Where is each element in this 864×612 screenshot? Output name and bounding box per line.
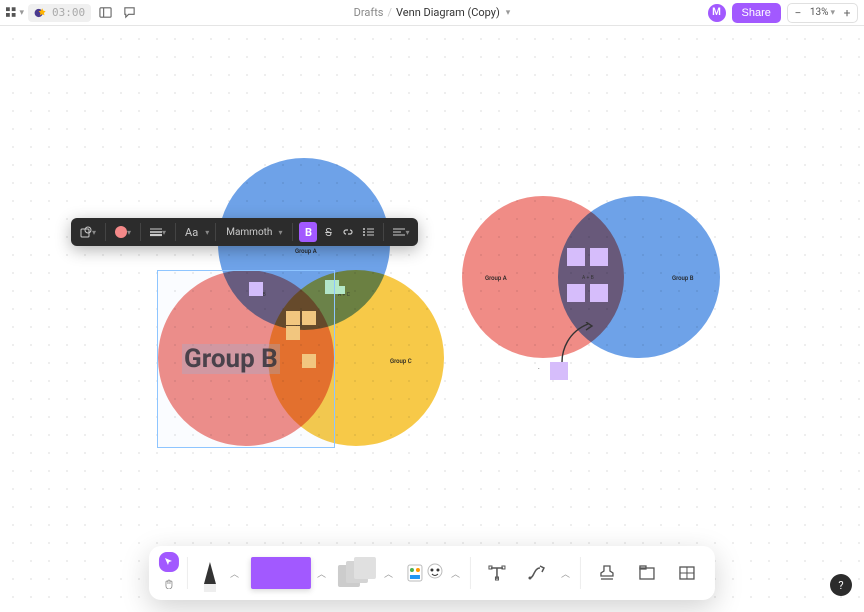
chevron-down-icon: ▾	[162, 228, 166, 237]
text-format-toolbar: ▾ ▾ ▾ Aa ▾ Mammoth▾ B S	[71, 218, 418, 246]
color-swatch-icon	[115, 226, 127, 238]
zoom-in-button[interactable]: +	[839, 5, 855, 21]
chevron-down-icon: ▾	[278, 228, 282, 237]
star-icon	[34, 6, 48, 20]
chevron-up-icon[interactable]: ︿	[315, 567, 328, 580]
zoom-value[interactable]: 13%▾	[808, 7, 837, 18]
select-tool-button[interactable]	[159, 552, 179, 572]
chevron-down-icon[interactable]: ▾	[506, 8, 511, 18]
label-right-group-a: Group A	[485, 275, 507, 282]
section-tool-button[interactable]	[629, 555, 665, 591]
table-tool-button[interactable]	[669, 555, 705, 591]
pencil-icon	[204, 562, 216, 584]
font-family-select[interactable]: Mammoth▾	[222, 227, 286, 238]
widgets-tool-button[interactable]	[405, 557, 445, 589]
chevron-up-icon[interactable]: ︿	[382, 567, 395, 580]
sticky-note[interactable]	[590, 248, 608, 266]
bottom-toolbar: ︿ ︿ ︿ ︿ ︿	[149, 546, 715, 600]
connector-tool-button[interactable]	[519, 555, 555, 591]
zoom-controls: − 13%▾ +	[787, 3, 858, 23]
pencil-tool-button[interactable]	[196, 555, 224, 591]
label-right-group-b: Group B	[672, 275, 694, 282]
stroke-style-button[interactable]: ▾	[147, 222, 169, 242]
sticky-note[interactable]	[567, 248, 585, 266]
label-group-a: Group A	[295, 248, 317, 255]
canvas[interactable]: Group A Group C A + B A + C All Group B …	[0, 26, 864, 612]
strikethrough-button[interactable]: S	[319, 222, 337, 242]
timer-value: 03:00	[52, 6, 85, 19]
zoom-out-button[interactable]: −	[790, 5, 806, 21]
sticky-label: -	[538, 366, 539, 372]
timer-pill[interactable]: 03:00	[28, 4, 91, 22]
chevron-down-icon: ▾	[830, 8, 835, 18]
sticky-note-tool-button[interactable]	[251, 557, 311, 589]
help-button[interactable]: ?	[830, 574, 852, 596]
link-button[interactable]	[339, 222, 357, 242]
shape-picker-button[interactable]: ▾	[77, 222, 99, 242]
label-right-a-plus-b: A + B	[582, 275, 594, 281]
connector-arrow[interactable]	[558, 322, 598, 366]
bold-button[interactable]: B	[299, 222, 317, 242]
sticky-note[interactable]	[590, 284, 608, 302]
breadcrumb-separator: /	[387, 6, 392, 19]
breadcrumb-root[interactable]: Drafts	[354, 6, 384, 19]
chevron-down-icon: ▾	[92, 228, 96, 237]
stamp-tool-button[interactable]	[589, 555, 625, 591]
chevron-down-icon: ▾	[127, 228, 131, 237]
shape-tool-button[interactable]	[338, 557, 378, 589]
avatar[interactable]: M	[708, 4, 726, 22]
chevron-up-icon[interactable]: ︿	[449, 567, 462, 580]
bullet-list-button[interactable]	[359, 222, 377, 242]
chevron-down-icon: ▾	[405, 228, 409, 237]
chevron-down-icon: ▾	[205, 228, 209, 237]
breadcrumb: Drafts / Venn Diagram (Copy) ▾	[354, 6, 511, 19]
main-menu-button[interactable]: ▾	[6, 4, 24, 22]
chevron-up-icon[interactable]: ︿	[559, 567, 572, 580]
chevron-up-icon[interactable]: ︿	[228, 567, 241, 580]
editing-text-group-b[interactable]: Group B	[182, 344, 280, 374]
chevron-down-icon: ▾	[19, 8, 24, 18]
text-align-button[interactable]: ▾	[390, 222, 412, 242]
hand-tool-button[interactable]	[159, 574, 179, 594]
text-tool-button[interactable]	[479, 555, 515, 591]
fill-color-button[interactable]: ▾	[112, 222, 134, 242]
label-group-c: Group C	[390, 358, 412, 365]
breadcrumb-current[interactable]: Venn Diagram (Copy)	[396, 6, 500, 19]
share-button[interactable]: Share	[732, 3, 781, 23]
comments-button[interactable]	[119, 3, 139, 23]
panel-toggle-button[interactable]	[95, 3, 115, 23]
font-size-button[interactable]: Aa	[182, 222, 201, 242]
sticky-note[interactable]	[337, 286, 345, 294]
sticky-note[interactable]	[567, 284, 585, 302]
top-toolbar: ▾ 03:00 Drafts / Venn Diagram (Copy) ▾ M…	[0, 0, 864, 26]
